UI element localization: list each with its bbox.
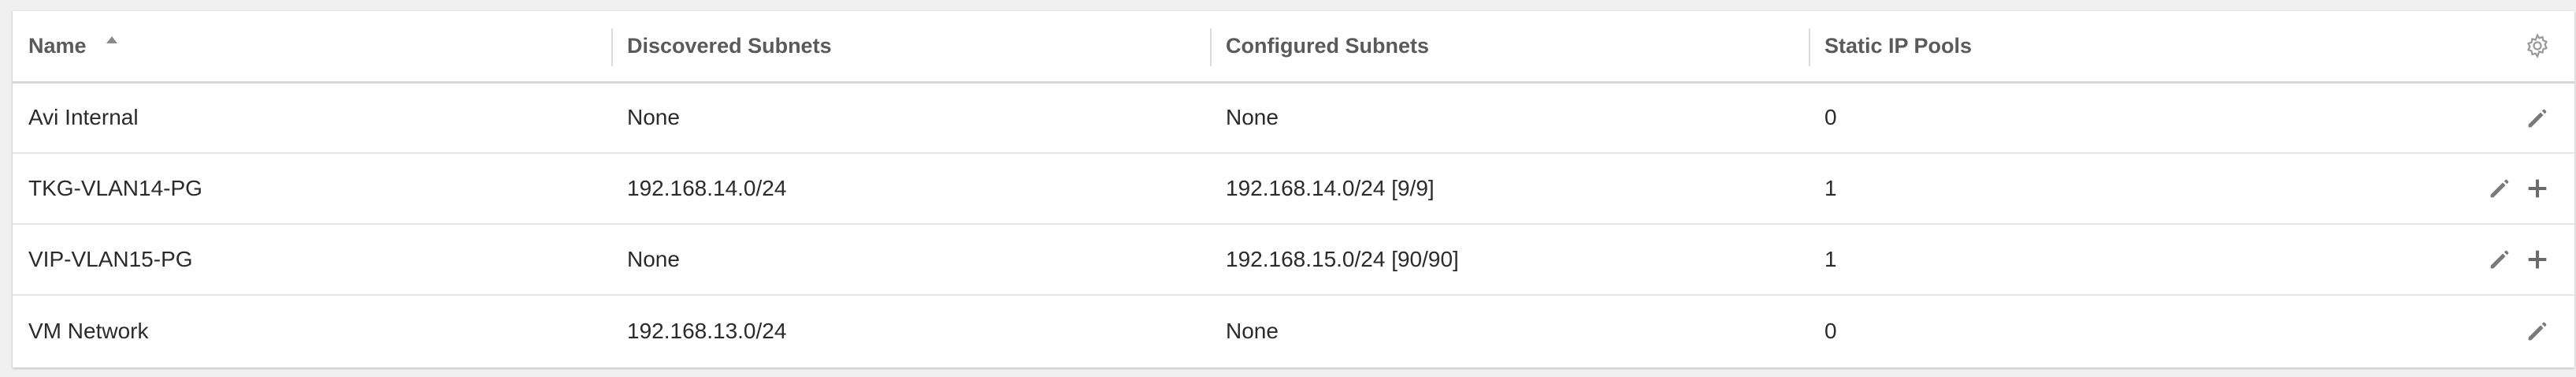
cell-name: TKG-VLAN14-PG — [28, 176, 202, 200]
table-row: VM Network 192.168.13.0/24 None 0 — [13, 295, 2574, 366]
column-header-name[interactable]: Name — [13, 11, 611, 82]
column-header-discovered-subnets[interactable]: Discovered Subnets — [611, 11, 1210, 82]
column-header-discovered-label: Discovered Subnets — [627, 33, 832, 58]
sort-ascending-icon — [106, 35, 118, 43]
cell-actions — [2456, 82, 2574, 153]
cell-configured-subnets: 192.168.14.0/24 [9/9] — [1226, 176, 1435, 200]
cell-static-ip-pools: 0 — [1824, 105, 1837, 130]
table-row: VIP-VLAN15-PG None 192.168.15.0/24 [90/90]… — [13, 224, 2574, 295]
cell-discovered-subnets: None — [627, 105, 680, 130]
cell-discovered-subnets: None — [627, 247, 680, 271]
cell-static-ip-pools: 0 — [1824, 318, 1837, 343]
networks-table: Name Discovered Subnets Configured Subne… — [13, 11, 2574, 366]
column-header-name-label: Name — [28, 33, 87, 58]
table-row: TKG-VLAN14-PG 192.168.14.0/24 192.168.14.0… — [13, 153, 2574, 224]
plus-icon[interactable] — [2524, 246, 2551, 273]
cell-discovered-subnets: 192.168.13.0/24 — [627, 318, 787, 343]
table-row: Avi Internal None None 0 — [13, 82, 2574, 153]
column-header-pools-label: Static IP Pools — [1824, 33, 1973, 58]
cell-name: VM Network — [28, 318, 149, 343]
cell-configured-subnets: None — [1226, 105, 1279, 130]
cell-configured-subnets: 192.168.15.0/24 [90/90] — [1226, 247, 1459, 271]
column-header-static-ip-pools[interactable]: Static IP Pools — [1809, 11, 2456, 82]
cell-actions — [2456, 295, 2574, 366]
cell-name: VIP-VLAN15-PG — [28, 247, 193, 271]
pencil-icon[interactable] — [2486, 175, 2513, 202]
column-header-configured-subnets[interactable]: Configured Subnets — [1210, 11, 1809, 82]
cell-discovered-subnets: 192.168.14.0/24 — [627, 176, 787, 200]
pencil-icon[interactable] — [2486, 246, 2513, 273]
table-settings-cell — [2456, 11, 2574, 82]
cell-configured-subnets: None — [1226, 318, 1279, 343]
cell-static-ip-pools: 1 — [1824, 176, 1837, 200]
cell-actions — [2456, 224, 2574, 295]
networks-table-panel: Name Discovered Subnets Configured Subne… — [13, 11, 2574, 368]
table-header-row: Name Discovered Subnets Configured Subne… — [13, 11, 2574, 82]
cell-static-ip-pools: 1 — [1824, 247, 1837, 271]
plus-icon[interactable] — [2524, 175, 2551, 202]
pencil-icon[interactable] — [2524, 105, 2551, 132]
pencil-icon[interactable] — [2524, 318, 2551, 345]
gear-icon[interactable] — [2524, 32, 2551, 59]
column-header-configured-label: Configured Subnets — [1226, 33, 1429, 58]
cell-actions — [2456, 153, 2574, 224]
cell-name: Avi Internal — [28, 105, 139, 130]
